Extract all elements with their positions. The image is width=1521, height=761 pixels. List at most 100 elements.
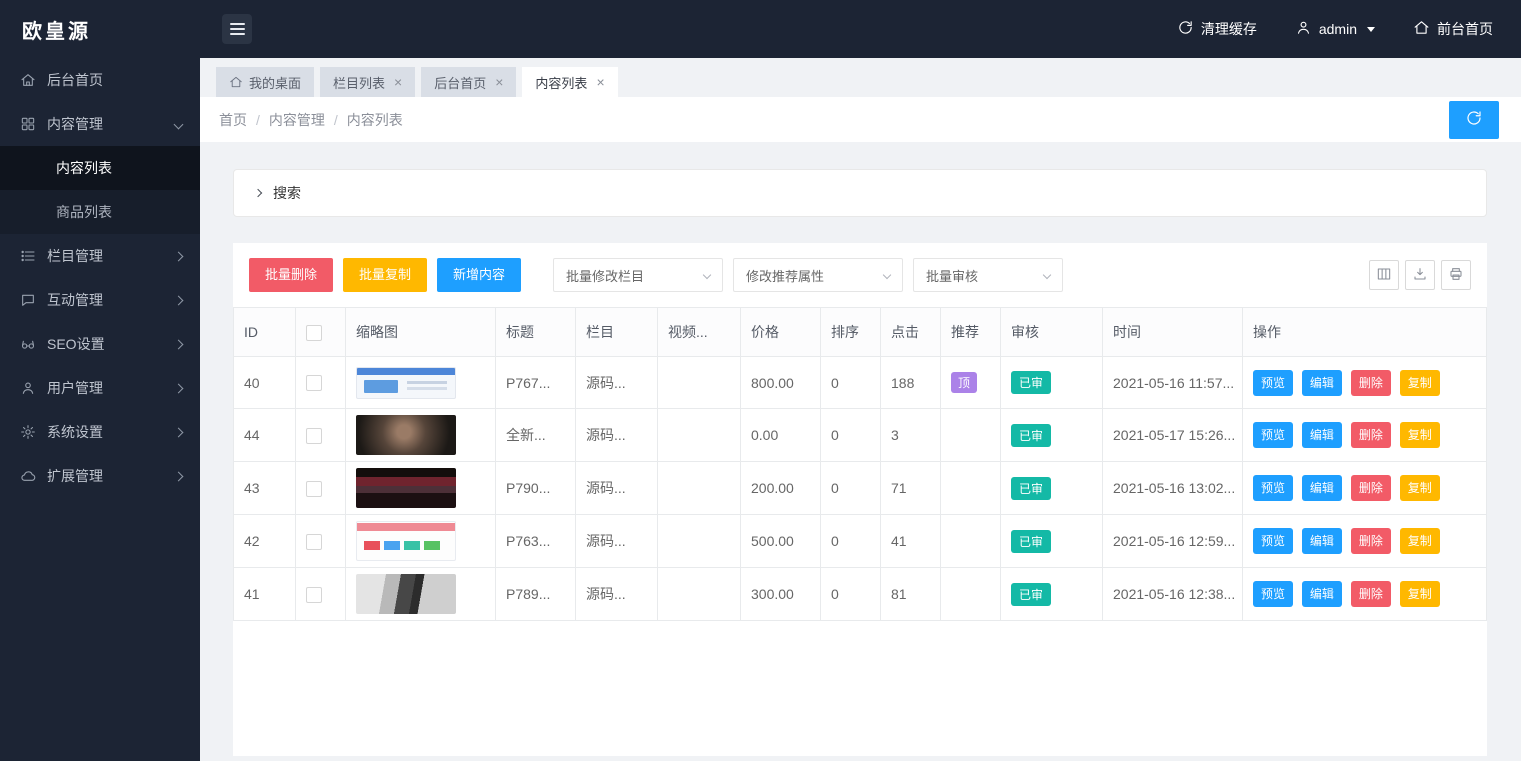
user-menu[interactable]: admin [1295,19,1375,39]
refresh-page-button[interactable] [1449,101,1499,139]
cell-category: 源码... [576,409,658,462]
cell-video [658,515,741,568]
delete-button[interactable]: 删除 [1351,370,1391,396]
chevron-right-icon [174,251,184,261]
sidebar-item-extensions[interactable]: 扩展管理 [0,454,200,498]
breadcrumb-content[interactable]: 内容管理 [269,110,325,130]
header-video: 视频... [658,308,741,357]
row-checkbox[interactable] [306,428,322,444]
table-toolbar: 批量删除 批量复制 新增内容 批量修改栏目 修改推荐属性 批量审核 [233,243,1487,307]
export-button[interactable] [1405,260,1435,290]
print-button[interactable] [1441,260,1471,290]
sidebar-item-content-list[interactable]: 内容列表 [0,146,200,190]
cell-title: 全新... [496,409,576,462]
tab-content-list[interactable]: 内容列表 × [522,67,617,97]
cell-sort: 0 [821,568,881,621]
delete-button[interactable]: 删除 [1351,528,1391,554]
clear-cache-button[interactable]: 清理缓存 [1177,19,1257,39]
cell-title: P790... [496,462,576,515]
close-icon[interactable]: × [394,75,402,89]
glasses-icon [20,336,36,352]
batch-change-column-select[interactable]: 批量修改栏目 [553,258,723,292]
header-audit: 审核 [1001,308,1103,357]
chevron-right-icon [254,189,262,197]
sidebar-item-label: 扩展管理 [47,466,103,486]
sidebar-item-content[interactable]: 内容管理 [0,102,200,146]
batch-audit-select[interactable]: 批量审核 [913,258,1063,292]
thumbnail-image[interactable] [356,574,456,614]
add-content-button[interactable]: 新增内容 [437,258,521,292]
front-home-link[interactable]: 前台首页 [1413,19,1493,39]
edit-button[interactable]: 编辑 [1302,422,1342,448]
cell-id: 40 [234,357,296,409]
breadcrumb-home[interactable]: 首页 [219,110,247,130]
thumbnail-image[interactable] [356,468,456,508]
tab-desktop[interactable]: 我的桌面 [216,67,314,97]
change-recommend-select[interactable]: 修改推荐属性 [733,258,903,292]
select-all-checkbox[interactable] [306,325,322,341]
close-icon[interactable]: × [596,75,604,89]
chevron-down-icon [883,271,891,279]
sidebar-item-seo[interactable]: SEO设置 [0,322,200,366]
cell-title: P763... [496,515,576,568]
thumbnail-image[interactable] [356,367,456,399]
sidebar-item-goods-list[interactable]: 商品列表 [0,190,200,234]
row-checkbox[interactable] [306,587,322,603]
cell-title: P767... [496,357,576,409]
delete-button[interactable]: 删除 [1351,475,1391,501]
preview-button[interactable]: 预览 [1253,475,1293,501]
table-row: 40 P767... 源码... 800.00 0 188 顶 已审 2021-… [234,357,1487,409]
preview-button[interactable]: 预览 [1253,370,1293,396]
batch-copy-button[interactable]: 批量复制 [343,258,427,292]
cell-clicks: 71 [881,462,941,515]
row-checkbox[interactable] [306,481,322,497]
table-row: 43 P790... 源码... 200.00 0 71 已审 2021-05-… [234,462,1487,515]
sidebar-item-settings[interactable]: 系统设置 [0,410,200,454]
top-header: 欧皇源 清理缓存 admin 前台首页 [0,0,1521,58]
sidebar-item-label: 内容管理 [47,114,103,134]
content-list-card: 批量删除 批量复制 新增内容 批量修改栏目 修改推荐属性 批量审核 [233,243,1487,756]
close-icon[interactable]: × [495,75,503,89]
cell-recommend [941,568,1001,621]
chevron-down-icon [174,119,184,129]
copy-button[interactable]: 复制 [1400,528,1440,554]
batch-delete-button[interactable]: 批量删除 [249,258,333,292]
sidebar-item-label: SEO设置 [47,334,105,354]
copy-button[interactable]: 复制 [1400,475,1440,501]
cell-price: 200.00 [741,462,821,515]
copy-button[interactable]: 复制 [1400,370,1440,396]
row-checkbox[interactable] [306,375,322,391]
columns-icon [1376,266,1392,285]
cell-category: 源码... [576,515,658,568]
delete-button[interactable]: 删除 [1351,581,1391,607]
preview-button[interactable]: 预览 [1253,528,1293,554]
edit-button[interactable]: 编辑 [1302,581,1342,607]
breadcrumb-separator: / [334,112,338,128]
preview-button[interactable]: 预览 [1253,422,1293,448]
columns-filter-button[interactable] [1369,260,1399,290]
sidebar-item-label: 用户管理 [47,378,103,398]
cell-clicks: 188 [881,357,941,409]
sidebar-item-users[interactable]: 用户管理 [0,366,200,410]
sidebar-item-dashboard[interactable]: 后台首页 [0,58,200,102]
sidebar-item-interaction[interactable]: 互动管理 [0,278,200,322]
row-checkbox[interactable] [306,534,322,550]
tab-column-list[interactable]: 栏目列表 × [320,67,415,97]
cell-category: 源码... [576,462,658,515]
copy-button[interactable]: 复制 [1400,422,1440,448]
delete-button[interactable]: 删除 [1351,422,1391,448]
cell-id: 42 [234,515,296,568]
edit-button[interactable]: 编辑 [1302,370,1342,396]
sidebar-item-columns[interactable]: 栏目管理 [0,234,200,278]
search-collapse-panel[interactable]: 搜索 [233,169,1487,217]
edit-button[interactable]: 编辑 [1302,475,1342,501]
sidebar-toggle-button[interactable] [222,14,252,44]
cell-video [658,409,741,462]
preview-button[interactable]: 预览 [1253,581,1293,607]
edit-button[interactable]: 编辑 [1302,528,1342,554]
tab-dashboard[interactable]: 后台首页 × [421,67,516,97]
header-id: ID [234,308,296,357]
thumbnail-image[interactable] [356,415,456,455]
thumbnail-image[interactable] [356,521,456,561]
copy-button[interactable]: 复制 [1400,581,1440,607]
